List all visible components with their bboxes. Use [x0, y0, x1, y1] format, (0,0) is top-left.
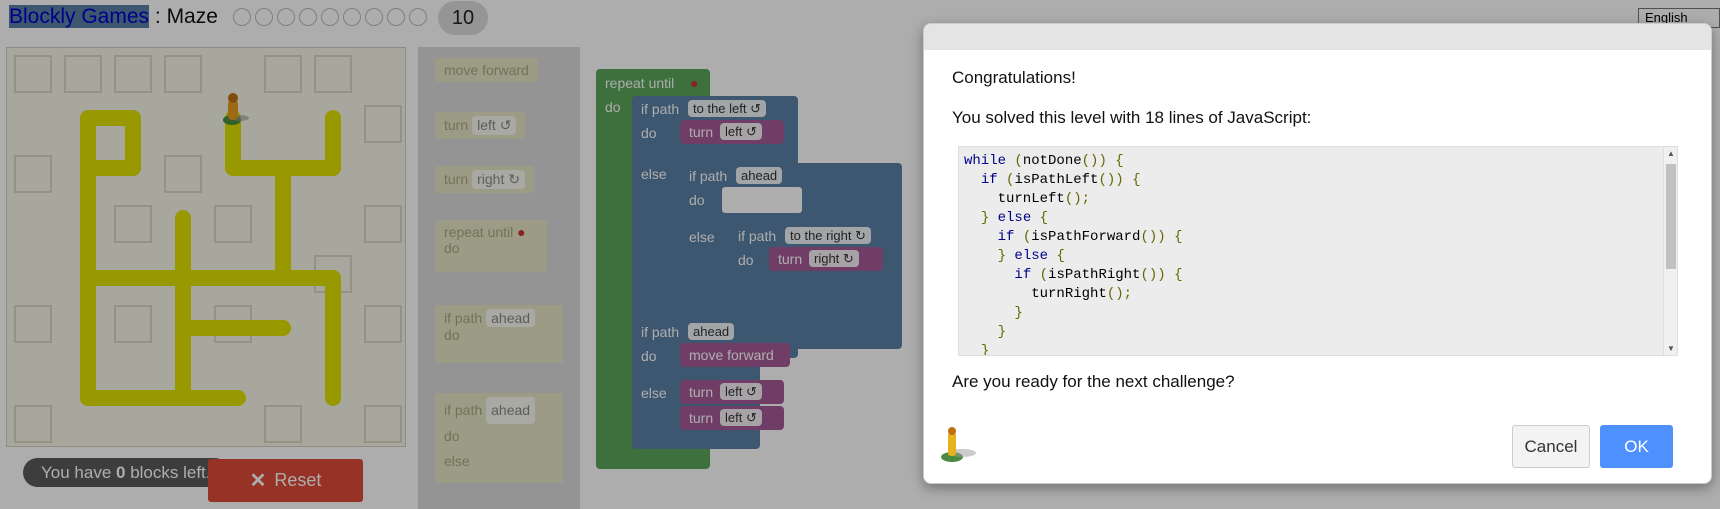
scroll-up-icon[interactable]: ▲ — [1667, 149, 1675, 158]
code-line: if (isPathForward()) { — [997, 229, 1183, 245]
code-line: } — [980, 343, 990, 356]
code-line: turnRight(); — [964, 286, 1133, 302]
code-line: turnLeft(); — [964, 191, 1091, 207]
code-scrollbar[interactable]: ▲ ▼ — [1663, 147, 1677, 355]
code-text: while (notDone()) { if (isPathLeft()) { … — [964, 152, 1183, 356]
cancel-button[interactable]: Cancel — [1512, 425, 1590, 468]
congratulations-dialog: Congratulations! You solved this level w… — [923, 23, 1712, 484]
code-line: } — [997, 324, 1007, 340]
ok-button[interactable]: OK — [1600, 425, 1673, 468]
code-line: } — [1014, 305, 1023, 321]
next-challenge-prompt: Are you ready for the next challenge? — [952, 372, 1235, 391]
code-line: while (notDone()) { — [964, 153, 1124, 169]
code-line: if (isPathRight()) { — [1014, 267, 1183, 283]
lines-message: You solved this level with 18 lines of J… — [952, 108, 1312, 127]
scroll-down-icon[interactable]: ▼ — [1667, 344, 1675, 353]
scrollbar-thumb[interactable] — [1666, 164, 1676, 269]
code-display[interactable]: while (notDone()) { if (isPathLeft()) { … — [958, 146, 1678, 356]
dialog-title-bar[interactable] — [924, 24, 1711, 50]
pegman-icon — [938, 426, 982, 469]
congrats-message: Congratulations! — [952, 68, 1076, 87]
code-line: } else { — [997, 248, 1065, 264]
code-line: } else { — [980, 210, 1049, 226]
code-line: if (isPathLeft()) { — [980, 172, 1141, 188]
